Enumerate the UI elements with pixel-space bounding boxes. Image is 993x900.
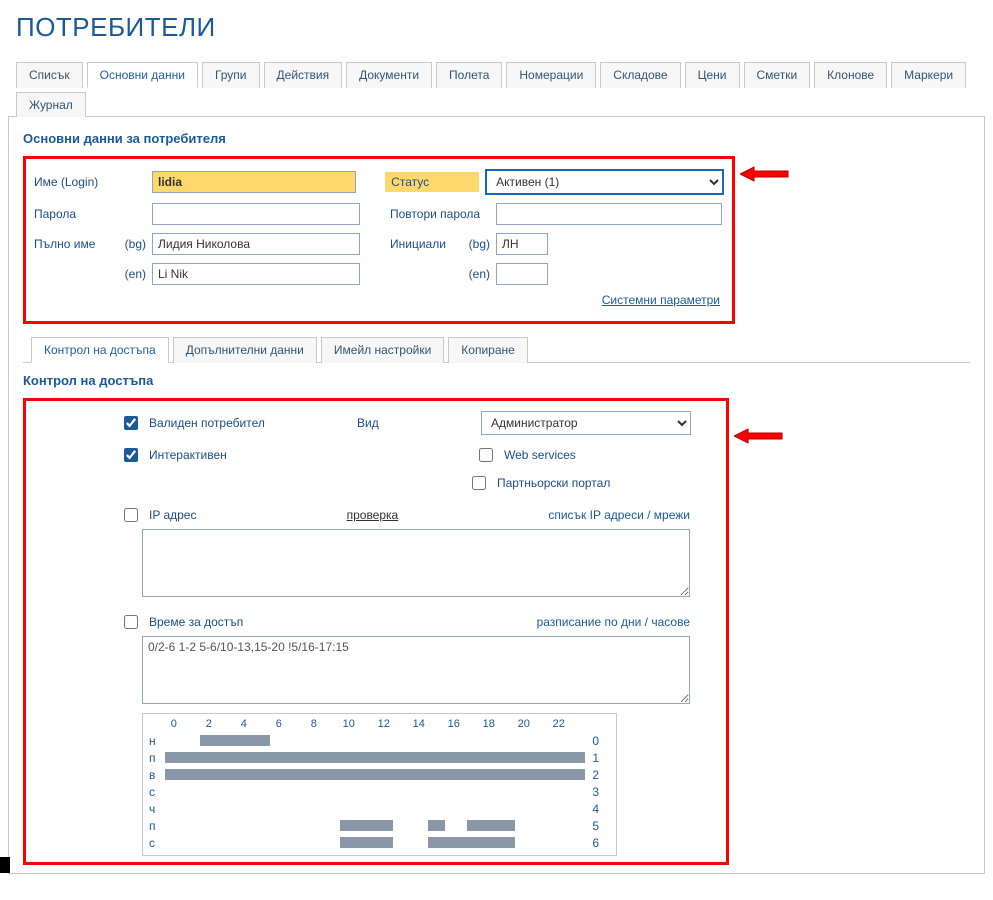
red-arrow-icon <box>740 165 790 183</box>
fullname-bg-input[interactable] <box>152 233 360 255</box>
valid-user-checkbox[interactable] <box>124 416 138 430</box>
password-input[interactable] <box>152 203 360 225</box>
label-initials: Инициали <box>390 237 456 251</box>
system-params-link[interactable]: Системни параметри <box>602 293 720 307</box>
tab-списък[interactable]: Списък <box>16 62 83 88</box>
tab-основни данни[interactable]: Основни данни <box>87 62 198 88</box>
tab-документи[interactable]: Документи <box>346 62 432 88</box>
highlight-basic-data: Име (Login) Статус Активен (1) Парола По… <box>23 156 735 324</box>
interactive-checkbox[interactable] <box>124 448 138 462</box>
label-fullname: Пълно име <box>34 237 112 251</box>
label-web-services: Web services <box>504 448 576 462</box>
label-bg: (bg) <box>118 237 146 251</box>
label-login: Име (Login) <box>34 175 112 189</box>
initials-bg-input[interactable] <box>496 233 548 255</box>
highlight-access-control: Валиден потребител Вид Администратор Инт… <box>23 398 729 865</box>
ip-addr-checkbox[interactable] <box>124 508 138 522</box>
ip-check-link[interactable]: проверка <box>347 508 399 522</box>
label-password: Парола <box>34 207 112 221</box>
label-time-access: Време за достъп <box>149 615 243 629</box>
fullname-en-input[interactable] <box>152 263 360 285</box>
schedule-row: в2 <box>149 766 610 783</box>
schedule-row: п1 <box>149 749 610 766</box>
tab-складове[interactable]: Складове <box>600 62 680 88</box>
time-access-textarea[interactable] <box>142 636 690 704</box>
subtab-1[interactable]: Допълнителни данни <box>173 337 317 363</box>
tab-цени[interactable]: Цени <box>685 62 740 88</box>
tab-групи[interactable]: Групи <box>202 62 260 88</box>
ip-list-link[interactable]: списък IP адреси / мрежи <box>548 508 690 522</box>
label-partner-portal: Партньорски портал <box>497 476 610 490</box>
time-access-checkbox[interactable] <box>124 615 138 629</box>
label-status: Статус <box>385 172 479 192</box>
label-en: (en) <box>118 267 146 281</box>
schedule-row: с3 <box>149 783 610 800</box>
label-ip-addr: IP адрес <box>149 508 196 522</box>
label-initials-bg: (bg) <box>462 237 490 251</box>
tab-маркери[interactable]: Маркери <box>891 62 966 88</box>
login-input[interactable] <box>152 171 356 193</box>
tab-полета[interactable]: Полета <box>436 62 502 88</box>
tab-клонове[interactable]: Клонове <box>814 62 887 88</box>
partner-portal-checkbox[interactable] <box>472 476 486 490</box>
tab-номерации[interactable]: Номерации <box>506 62 596 88</box>
ip-addr-textarea[interactable] <box>142 529 690 597</box>
initials-en-input[interactable] <box>496 263 548 285</box>
section-title-access: Контрол на достъпа <box>23 373 970 388</box>
tab-журнал[interactable]: Журнал <box>16 92 86 117</box>
tab-сметки[interactable]: Сметки <box>744 62 811 88</box>
subtab-3[interactable]: Копиране <box>448 337 528 363</box>
subtab-2[interactable]: Имейл настройки <box>321 337 444 363</box>
main-panel: Основни данни за потребителя Име (Login)… <box>8 117 985 874</box>
web-services-checkbox[interactable] <box>479 448 493 462</box>
schedule-row: с6 <box>149 834 610 851</box>
status-select[interactable]: Активен (1) <box>485 169 724 195</box>
label-valid-user: Валиден потребител <box>149 416 349 430</box>
kind-select[interactable]: Администратор <box>481 411 691 435</box>
sub-tabs: Контрол на достъпаДопълнителни данниИмей… <box>23 336 970 363</box>
red-arrow-icon <box>734 427 784 445</box>
password2-input[interactable] <box>496 203 722 225</box>
schedule-row: ч4 <box>149 800 610 817</box>
section-title-basic: Основни данни за потребителя <box>23 131 970 146</box>
schedule-row: н0 <box>149 732 610 749</box>
top-tabs: СписъкОсновни данниГрупиДействияДокумент… <box>8 61 985 117</box>
window-corner <box>0 857 10 873</box>
label-initials-en: (en) <box>462 267 490 281</box>
schedule-row: п5 <box>149 817 610 834</box>
label-kind: Вид <box>357 416 405 430</box>
time-schedule-link[interactable]: разписание по дни / часове <box>537 615 690 629</box>
schedule-chart: 0246810121416182022н0п1в2с3ч4п5с6 <box>142 713 617 856</box>
tab-действия[interactable]: Действия <box>264 62 343 88</box>
label-interactive: Интерактивен <box>149 448 349 462</box>
page-title: ПОТРЕБИТЕЛИ <box>16 12 985 43</box>
label-password2: Повтори парола <box>390 207 490 221</box>
subtab-0[interactable]: Контрол на достъпа <box>31 337 169 363</box>
